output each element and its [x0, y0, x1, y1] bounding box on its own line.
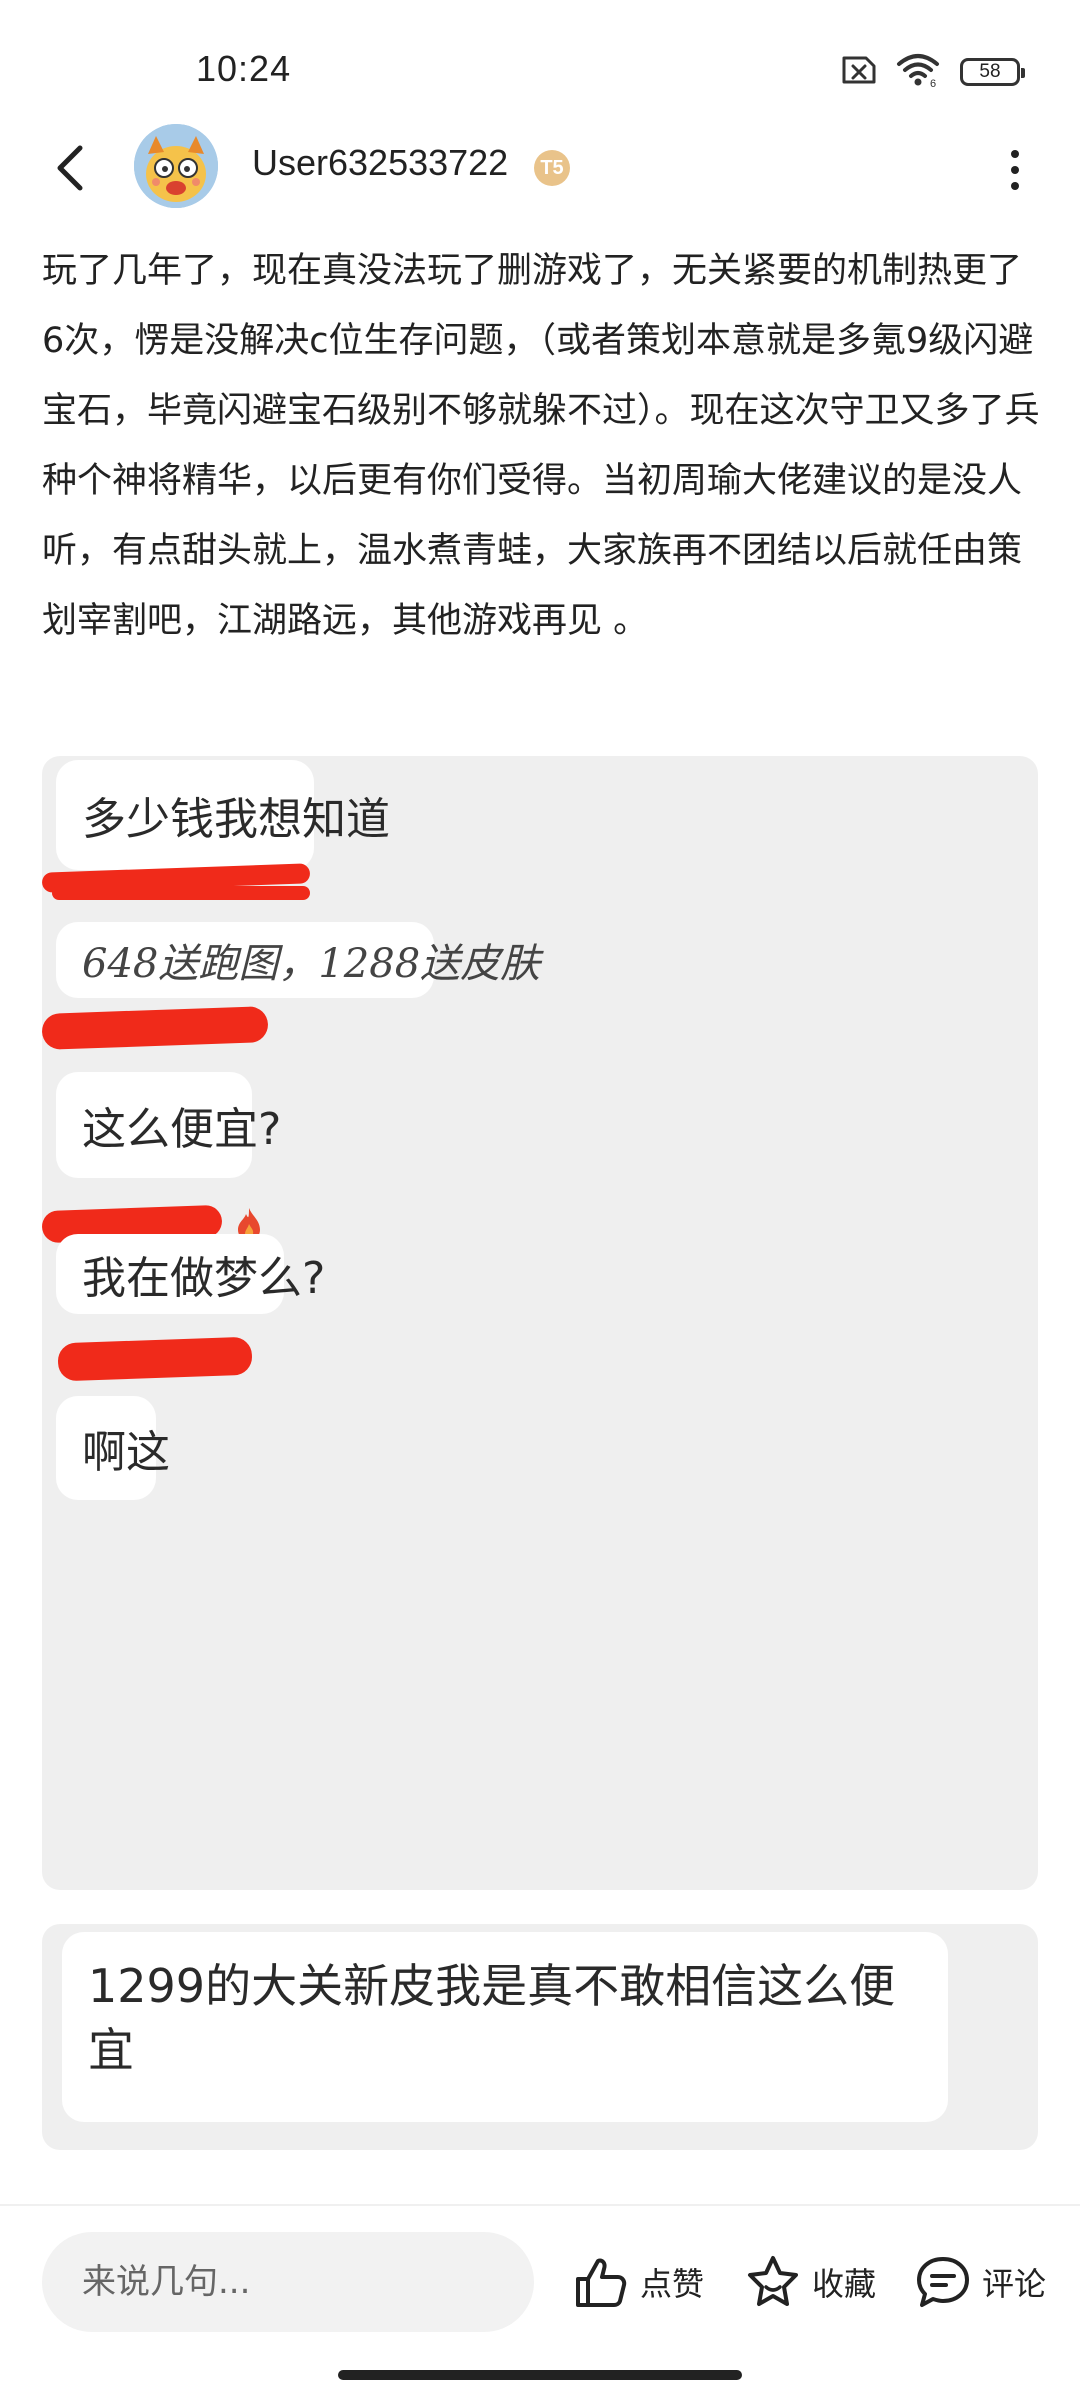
chat-bubble: 我在做梦么?: [56, 1234, 325, 1314]
battery-icon: 58: [960, 58, 1025, 86]
like-button[interactable]: 点赞: [572, 2250, 704, 2314]
wifi-6-icon: 6: [896, 52, 942, 92]
comment-bubble-icon: [917, 2257, 969, 2307]
avatar[interactable]: [134, 124, 218, 208]
redacted-username: [52, 886, 310, 900]
post-body-text: 玩了几年了，现在真没法玩了删游戏了，无关紧要的机制热更了6次，愣是没解决c位生存…: [42, 251, 1040, 641]
thumbs-up-icon: [576, 2258, 627, 2307]
more-dot: [1011, 182, 1019, 190]
chat-screenshot-1[interactable]: 多少钱我想知道 648送跑图，1288送皮肤 这么便宜? 我在做梦么? 啊这: [41, 756, 1038, 1890]
back-arrow-icon: [57, 145, 83, 191]
comment-label: 评论: [982, 2265, 1047, 2303]
star-icon: [748, 2256, 798, 2306]
more-dot: [1011, 150, 1019, 158]
redacted-username: [57, 1336, 253, 1382]
post-header: User632533722 T5: [0, 120, 1080, 220]
chat-bubble: 1299的大关新皮我是真不敢相信这么便宜: [62, 1932, 948, 2122]
chat-bubble: 啊这: [56, 1396, 170, 1500]
chat-bubble: 多少钱我想知道: [56, 760, 390, 870]
chat-bubble: 648送跑图，1288送皮肤: [56, 922, 540, 998]
back-button[interactable]: [40, 138, 100, 198]
status-bar: 10:24 6 58: [0, 0, 1080, 140]
comment-button[interactable]: 评论: [914, 2250, 1046, 2314]
chat-screenshot-2[interactable]: 1299的大关新皮我是真不敢相信这么便宜: [42, 1924, 1038, 2150]
chat-bubble: 这么便宜?: [56, 1072, 281, 1178]
more-vertical-icon[interactable]: [990, 140, 1040, 200]
like-label: 点赞: [640, 2265, 705, 2303]
bottom-bar-divider: [0, 2204, 1080, 2206]
user-level-badge: T5: [534, 150, 570, 186]
post-detail-page: 10:24 6 58 User632533722 T5 玩了几年了，现在真没法玩…: [0, 0, 1080, 2400]
comment-input[interactable]: [42, 2232, 534, 2332]
status-icons: 6 58: [838, 50, 1025, 94]
redacted-username: [41, 1006, 269, 1050]
more-dot: [1011, 166, 1019, 174]
sim-off-icon: [838, 54, 878, 90]
favorite-label: 收藏: [812, 2265, 877, 2303]
favorite-button[interactable]: 收藏: [744, 2250, 876, 2314]
battery-level: 58: [979, 61, 1001, 82]
username[interactable]: User632533722: [252, 142, 508, 184]
home-indicator[interactable]: [338, 2370, 742, 2380]
status-time: 10:24: [196, 48, 292, 89]
svg-text:6: 6: [930, 78, 936, 88]
